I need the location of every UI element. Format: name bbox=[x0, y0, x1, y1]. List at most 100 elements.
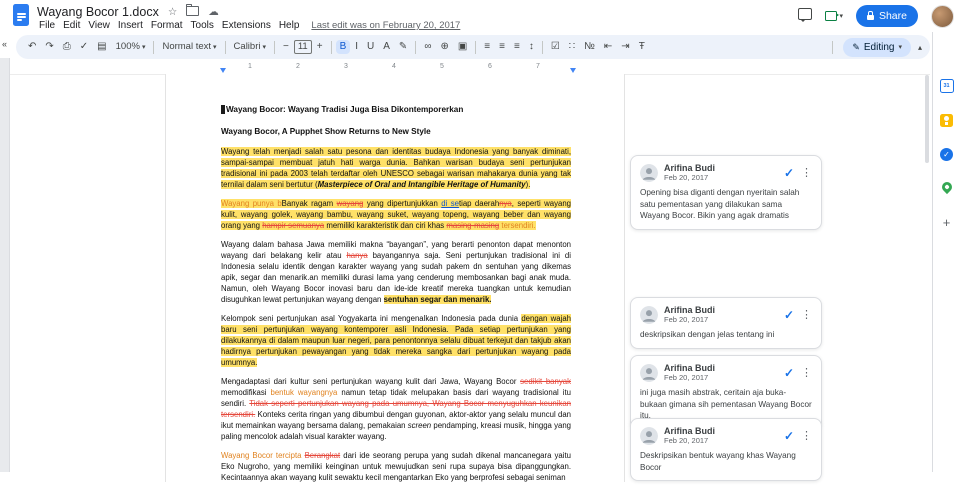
numbered-list-button[interactable]: № bbox=[580, 40, 599, 54]
paragraph-style-select-button[interactable]: Normal text ▾ bbox=[158, 40, 220, 54]
comment-card[interactable]: Arifina Budi Feb 20, 2017 ✓ ⋮ Opening bisa d… bbox=[630, 155, 822, 230]
highlight-color-button[interactable]: ✎ bbox=[395, 40, 411, 54]
resolve-comment-button[interactable]: ✓ bbox=[784, 429, 794, 443]
print-button[interactable]: ⎙ bbox=[59, 40, 75, 54]
toolbar-separator bbox=[274, 40, 275, 54]
text-run: nya bbox=[499, 199, 512, 208]
font-size-increase-button[interactable]: + bbox=[313, 40, 327, 54]
comment-author-name: Arifina Budi bbox=[664, 163, 715, 173]
menu-view[interactable]: View bbox=[84, 20, 114, 31]
text-run: memodifikasi bbox=[221, 388, 271, 397]
line-spacing-icon: ↕ bbox=[528, 41, 534, 52]
google-tasks-icon[interactable]: ✓ bbox=[938, 146, 956, 162]
hide-menus-button[interactable]: ▴ bbox=[918, 43, 922, 52]
editing-mode-select[interactable]: ✎ Editing ▾ bbox=[843, 37, 911, 57]
bulleted-list-button[interactable]: ∷ bbox=[565, 40, 579, 54]
italic-button[interactable]: I bbox=[351, 40, 362, 54]
toolbar-separator bbox=[415, 40, 417, 54]
font-size-value-label: 11 bbox=[297, 41, 308, 53]
menu-edit[interactable]: Edit bbox=[59, 20, 84, 31]
paragraph[interactable]: Wayang punya bBanyak ragam wayang yang d… bbox=[221, 198, 571, 231]
doc-title-text: Wayang Bocor: Wayang Tradisi Juga Bisa D… bbox=[226, 105, 464, 114]
resolve-comment-button[interactable]: ✓ bbox=[784, 366, 794, 380]
comment-options-button[interactable]: ⋮ bbox=[801, 166, 812, 179]
redo-button[interactable]: ↷ bbox=[41, 40, 57, 54]
paragraph[interactable]: Wayang telah menjadi salah satu pesona d… bbox=[221, 146, 571, 190]
zoom-select-label: 100% bbox=[115, 41, 140, 53]
paragraph[interactable]: Kelompok seni pertunjukan asal Yogyakart… bbox=[221, 313, 572, 368]
underline-button[interactable]: U bbox=[363, 40, 378, 54]
text-color-button[interactable]: A bbox=[379, 40, 394, 54]
document-body[interactable]: Wayang Bocor: Wayang Tradisi Juga Bisa D… bbox=[221, 104, 572, 491]
document-page[interactable]: Wayang Bocor: Wayang Tradisi Juga Bisa D… bbox=[165, 74, 625, 482]
resolve-comment-button[interactable]: ✓ bbox=[784, 308, 794, 322]
account-avatar[interactable] bbox=[931, 4, 954, 28]
text-run: ). bbox=[525, 180, 531, 189]
google-keep-icon[interactable] bbox=[938, 112, 956, 128]
menu-format[interactable]: Format bbox=[147, 20, 187, 31]
text-run: sentuhan segar dan menarik. bbox=[383, 295, 492, 304]
insert-comment-button[interactable]: ⊕ bbox=[436, 40, 452, 54]
last-edit-link[interactable]: Last edit was on February 20, 2017 bbox=[311, 20, 460, 31]
indent-decrease-button[interactable]: ⇤ bbox=[600, 40, 616, 54]
text-run: hampir semuanya bbox=[262, 221, 325, 230]
font-family-select-button[interactable]: Calibri ▾ bbox=[230, 40, 270, 54]
google-maps-icon[interactable] bbox=[938, 179, 956, 196]
lock-icon bbox=[866, 11, 874, 21]
toolbar-separator bbox=[330, 40, 332, 54]
menu-extensions[interactable]: Extensions bbox=[218, 20, 275, 31]
share-button[interactable]: Share bbox=[855, 5, 918, 27]
indent-decrease-icon: ⇤ bbox=[603, 41, 613, 52]
checklist-button[interactable]: ☑ bbox=[547, 40, 564, 54]
star-button[interactable]: ☆ bbox=[168, 7, 177, 18]
undo-icon: ↶ bbox=[28, 41, 37, 52]
text-run: yang dipertunjukkan bbox=[363, 199, 442, 208]
bold-button[interactable]: B bbox=[335, 40, 351, 54]
comment-card[interactable]: Arifina Budi Feb 20, 2017 ✓ ⋮ deskripsikan d… bbox=[630, 297, 822, 349]
comment-options-button[interactable]: ⋮ bbox=[801, 429, 812, 442]
comment-text: ini juga masih abstrak, ceritain aja buk… bbox=[640, 388, 812, 421]
comment-date: Feb 20, 2017 bbox=[664, 315, 709, 325]
align-right-button[interactable]: ≡ bbox=[510, 40, 524, 54]
docs-logo-icon[interactable] bbox=[13, 4, 29, 26]
align-center-button[interactable]: ≡ bbox=[495, 40, 509, 54]
left-indent-marker[interactable] bbox=[220, 68, 226, 73]
text-run: Masterpiece of Oral and Intangible Herit… bbox=[317, 180, 526, 189]
zoom-select-button[interactable]: 100% ▾ bbox=[112, 40, 150, 54]
comment-header: Arifina Budi Feb 20, 2017 ✓ ⋮ bbox=[640, 363, 812, 382]
document-title[interactable]: Wayang Bocor 1.docx bbox=[37, 5, 159, 19]
google-calendar-icon[interactable]: 31 bbox=[938, 78, 956, 94]
insert-image-button[interactable]: ▣ bbox=[454, 40, 471, 54]
document-status-button[interactable]: ☁ bbox=[208, 7, 219, 18]
scrollbar-thumb[interactable] bbox=[925, 75, 929, 163]
comment-options-button[interactable]: ⋮ bbox=[801, 308, 812, 321]
join-meet-button[interactable]: ▾ bbox=[825, 11, 843, 21]
font-size-value-button[interactable]: 11 bbox=[293, 40, 312, 54]
hide-outline-button[interactable]: « bbox=[2, 39, 7, 49]
resolve-comment-button[interactable]: ✓ bbox=[784, 166, 794, 180]
align-left-icon: ≡ bbox=[484, 41, 491, 52]
menu-help[interactable]: Help bbox=[275, 20, 304, 31]
paragraph[interactable]: Wayang Bocor tercipta Berangkat dari ide… bbox=[221, 450, 571, 483]
paragraph[interactable]: Mengadaptasi dari kultur seni pertunjuka… bbox=[221, 376, 571, 442]
undo-button[interactable]: ↶ bbox=[24, 40, 40, 54]
comment-options-button[interactable]: ⋮ bbox=[801, 366, 812, 379]
insert-link-button[interactable]: ∞ bbox=[420, 40, 435, 54]
menu-tools[interactable]: Tools bbox=[187, 20, 218, 31]
comment-author-avatar bbox=[640, 426, 658, 445]
chevron-down-icon: ▾ bbox=[262, 43, 266, 51]
menu-file[interactable]: File bbox=[35, 20, 59, 31]
align-right-icon: ≡ bbox=[513, 41, 520, 52]
font-size-decrease-button[interactable]: − bbox=[279, 40, 293, 54]
right-indent-marker[interactable] bbox=[570, 68, 576, 73]
comment-header: Arifina Budi Feb 20, 2017 ✓ ⋮ bbox=[640, 426, 812, 445]
menu-insert[interactable]: Insert bbox=[114, 20, 147, 31]
paint-format-button[interactable]: ▤ bbox=[93, 40, 110, 54]
paragraph[interactable]: Wayang dalam bahasa Jawa memiliki makna … bbox=[221, 239, 571, 305]
line-spacing-button[interactable]: ↕ bbox=[525, 40, 538, 54]
add-side-panel-app-icon[interactable]: + bbox=[938, 214, 956, 230]
align-left-button[interactable]: ≡ bbox=[480, 40, 494, 54]
vertical-scrollbar[interactable] bbox=[925, 75, 929, 468]
toolbar-separator bbox=[541, 40, 543, 54]
spelling-check-button[interactable]: ✓ bbox=[76, 40, 92, 54]
